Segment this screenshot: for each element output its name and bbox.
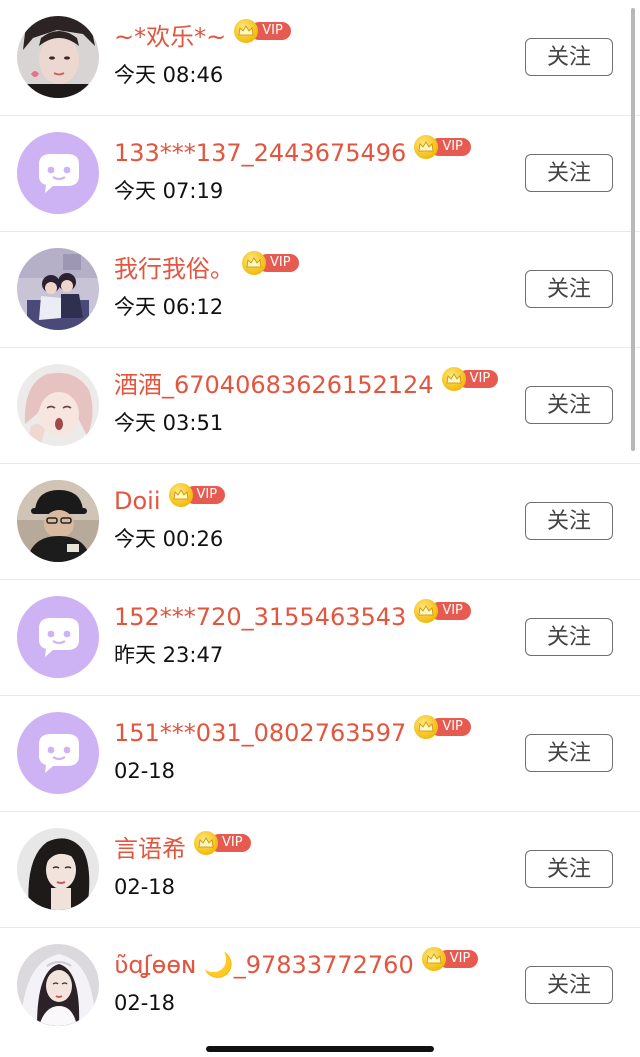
vip-badge: VIP [234, 19, 291, 43]
follow-button[interactable]: 关注 [525, 38, 613, 76]
crown-icon [234, 19, 259, 43]
user-name[interactable]: 151***031_0802763597 [114, 716, 406, 750]
crown-icon [242, 251, 266, 275]
avatar[interactable] [17, 132, 99, 214]
avatar[interactable] [17, 944, 99, 1026]
avatar[interactable] [17, 480, 99, 562]
follow-button[interactable]: 关注 [525, 270, 613, 308]
avatar[interactable] [17, 596, 99, 678]
scrollbar[interactable] [631, 8, 635, 451]
follow-button[interactable]: 关注 [525, 850, 613, 888]
crown-icon [414, 715, 439, 739]
follow-button[interactable]: 关注 [525, 734, 613, 772]
follow-button[interactable]: 关注 [525, 502, 613, 540]
list-item[interactable]: Doii VIP 今天 00:26 关注 [0, 464, 640, 580]
default-avatar-icon [17, 712, 99, 794]
crown-icon [441, 367, 466, 391]
crown-icon [194, 831, 218, 855]
avatar[interactable] [17, 712, 99, 794]
crown-icon [421, 947, 446, 971]
vip-badge: VIP [242, 251, 299, 275]
follow-button[interactable]: 关注 [525, 154, 613, 192]
follow-time: 02-18 [114, 875, 176, 899]
crown-icon [168, 483, 193, 507]
vip-badge: VIP [421, 947, 479, 971]
user-name[interactable]: 酒酒_67040683626152124 [114, 368, 434, 402]
vip-badge: VIP [441, 367, 499, 391]
user-name[interactable]: 言语希 [114, 832, 186, 866]
crown-icon [414, 599, 439, 623]
avatar[interactable] [17, 248, 99, 330]
list-item[interactable]: 酒酒_67040683626152124 VIP 今天 03:51 关注 [0, 348, 640, 464]
vip-badge: VIP [414, 599, 471, 623]
avatar[interactable] [17, 364, 99, 446]
follow-time: 今天 03:51 [114, 411, 224, 435]
list-item[interactable]: 133***137_2443675496 VIP 今天 07:19 关注 [0, 116, 640, 232]
follow-time: 今天 00:26 [114, 527, 224, 551]
list-item[interactable]: ʋ̃ɑʆɵɵɴ 🌙_97833772760 VIP 02-18 关注 [0, 928, 640, 1044]
default-avatar-icon [17, 596, 99, 678]
vip-badge: VIP [194, 831, 251, 855]
follow-time: 02-18 [114, 991, 176, 1015]
vip-badge: VIP [168, 483, 226, 507]
follow-time: 今天 06:12 [114, 295, 224, 319]
avatar[interactable] [17, 828, 99, 910]
crown-icon [414, 135, 439, 159]
vip-badge: VIP [414, 135, 471, 159]
follow-time: 今天 08:46 [114, 63, 224, 87]
home-indicator[interactable] [206, 1046, 434, 1052]
list-item[interactable]: 我行我俗。 VIP 今天 06:12 关注 [0, 232, 640, 348]
user-name[interactable]: 133***137_2443675496 [114, 136, 406, 170]
follow-button[interactable]: 关注 [525, 386, 613, 424]
follow-time: 今天 07:19 [114, 179, 224, 203]
follow-button[interactable]: 关注 [525, 618, 613, 656]
vip-badge: VIP [414, 715, 471, 739]
follow-time: 昨天 23:47 [114, 643, 224, 667]
list-item[interactable]: ~*欢乐*~ VIP 今天 08:46 关注 [0, 0, 640, 116]
follow-button[interactable]: 关注 [525, 966, 613, 1004]
list-item[interactable]: 言语希 VIP 02-18 关注 [0, 812, 640, 928]
list-item[interactable]: 152***720_3155463543 VIP 昨天 23:47 关注 [0, 580, 640, 696]
avatar[interactable] [17, 16, 99, 98]
user-name[interactable]: ~*欢乐*~ [114, 20, 226, 54]
follow-time: 02-18 [114, 759, 176, 783]
list-item[interactable]: 151***031_0802763597 VIP 02-18 关注 [0, 696, 640, 812]
user-name[interactable]: ʋ̃ɑʆɵɵɴ 🌙_97833772760 [114, 948, 414, 982]
user-name[interactable]: 我行我俗。 [114, 252, 234, 286]
user-name[interactable]: 152***720_3155463543 [114, 600, 406, 634]
user-name[interactable]: Doii [114, 484, 161, 518]
default-avatar-icon [17, 132, 99, 214]
follower-list: ~*欢乐*~ VIP 今天 08:46 关注 133***137_2443675… [0, 0, 640, 1057]
